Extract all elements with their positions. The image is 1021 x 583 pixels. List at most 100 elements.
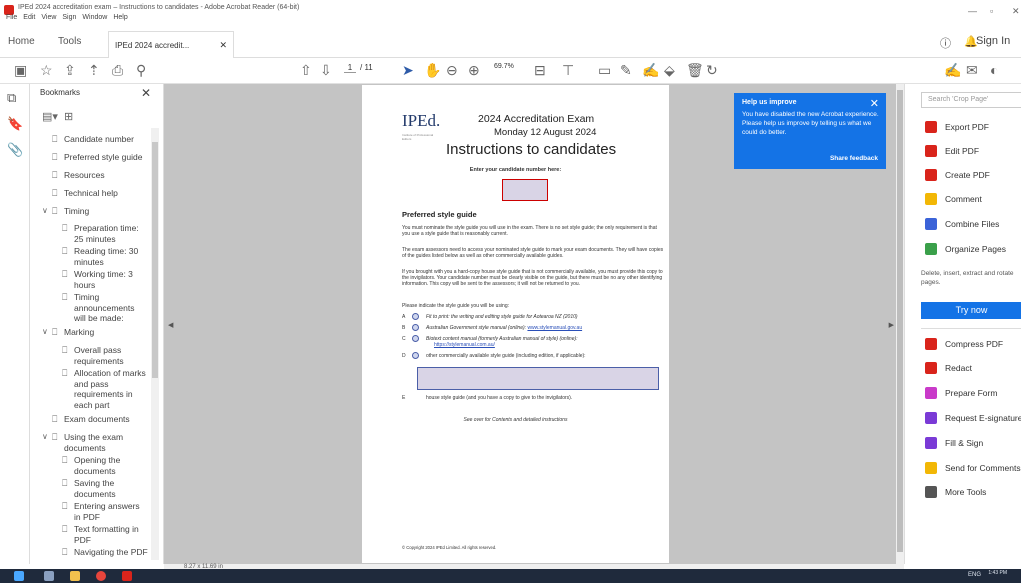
scroll-mode-icon[interactable]: ⊤	[562, 62, 574, 78]
chrome-icon[interactable]	[96, 571, 106, 581]
collapse-left-panel-icon[interactable]: ◀	[168, 321, 174, 329]
share-feedback-link[interactable]: Share feedback	[830, 155, 878, 162]
chevron-down-icon[interactable]: ∨	[42, 432, 48, 443]
page-thumbnails-icon[interactable]: ⧉	[7, 90, 16, 106]
acrobat-taskbar-icon[interactable]	[122, 571, 132, 581]
bookmarks-scrollbar[interactable]	[151, 128, 159, 560]
stylemanual-com-link[interactable]: https://stylemanual.com.au/	[434, 342, 495, 348]
tab-tools[interactable]: Tools	[58, 36, 81, 47]
mail-icon[interactable]: ✉	[966, 62, 978, 78]
sign-icon[interactable]: ✍	[642, 62, 659, 78]
bookmark-item[interactable]: ∨ ⎕ Using the exam documents	[42, 432, 138, 453]
popup-body: You have disabled the new Acrobat experi…	[742, 111, 879, 136]
document-scrollbar[interactable]	[896, 84, 904, 564]
bookmark-item[interactable]: ⎕ Text formatting in PDF	[62, 524, 148, 545]
maximize-icon[interactable]: ▫	[990, 6, 993, 16]
tab-home[interactable]: Home	[8, 36, 35, 47]
print-icon[interactable]: ⎙	[112, 62, 123, 78]
stamp-icon[interactable]: ⬙	[664, 62, 675, 78]
hand-icon[interactable]: ✋	[424, 62, 441, 78]
share-icon[interactable]: ⇪	[64, 62, 76, 78]
close-panel-icon[interactable]: ✕	[141, 86, 151, 100]
bookmark-item[interactable]: ⎕ Overall pass requirements	[62, 345, 140, 366]
close-popup-icon[interactable]: ✕	[870, 97, 879, 110]
close-icon[interactable]: ✕	[1012, 6, 1020, 17]
comment-icon[interactable]: ▭	[598, 62, 611, 78]
zoom-in-icon[interactable]: ⊕	[468, 62, 480, 78]
zoom-level[interactable]: 69.7%	[494, 63, 514, 70]
options-menu-icon[interactable]: ▤▾	[42, 111, 58, 123]
clock[interactable]: 1:43 PM	[988, 570, 1007, 576]
expand-right-panel-icon[interactable]: ▶	[889, 321, 894, 329]
bookmark-item[interactable]: ⎕ Allocation of marks and pass requiremen…	[62, 368, 150, 410]
radio-button[interactable]	[412, 335, 419, 342]
bookmark-item[interactable]: ⎕ Preferred style guide	[52, 152, 142, 163]
file-explorer-icon[interactable]	[70, 571, 80, 581]
bookmark-item[interactable]: ⎕ Resources	[52, 170, 105, 181]
select-cursor-icon[interactable]: ➤	[402, 62, 414, 78]
bookmark-item[interactable]: ∨ ⎕ Timing	[42, 206, 89, 217]
bookmark-item[interactable]: ∨ ⎕ Marking	[42, 327, 94, 338]
title-bar: IPEd 2024 accreditation exam – Instructi…	[0, 0, 1021, 22]
search-icon[interactable]: ⚲	[136, 62, 146, 78]
scrollbar-thumb[interactable]	[897, 90, 903, 552]
bookmark-item[interactable]: ⎕ Timing announcements will be made:	[62, 292, 144, 324]
try-now-button[interactable]: Try now	[921, 302, 1021, 319]
bookmark-item[interactable]: ⎕ Candidate number	[52, 134, 134, 145]
fill-sign-icon[interactable]: ✍	[944, 62, 961, 78]
menu-file[interactable]: File	[6, 14, 17, 21]
start-icon[interactable]	[14, 571, 24, 581]
delete-icon[interactable]: 🗑	[686, 62, 704, 78]
radio-button[interactable]	[412, 324, 419, 331]
style-manual-link[interactable]: www.stylemanual.gov.au	[527, 325, 582, 331]
account-icon[interactable]: ◐	[990, 62, 998, 78]
request-esignatures-icon	[925, 412, 937, 424]
bookmark-item[interactable]: ⎕ Working time: 3 hours	[62, 269, 148, 290]
sign-in-button[interactable]: Sign In	[976, 35, 1010, 47]
previous-page-icon[interactable]: ⇧	[300, 62, 312, 78]
minimize-icon[interactable]: —	[968, 6, 977, 16]
language-indicator[interactable]: ENG	[968, 572, 981, 578]
bookmark-item[interactable]: ⎕ Navigating the PDF	[62, 547, 150, 558]
bookmark-item[interactable]: ⎕ Opening the documents	[62, 455, 138, 476]
star-icon[interactable]: ☆	[40, 62, 53, 78]
menu-edit[interactable]: Edit	[23, 14, 35, 21]
expand-bookmark-icon[interactable]: ⊞	[64, 111, 73, 123]
tab-document[interactable]: IPEd 2024 accredit... ✕	[108, 31, 234, 58]
page-fit-icon[interactable]: ⊟	[534, 62, 546, 78]
close-tab-icon[interactable]: ✕	[219, 40, 227, 51]
bookmark-item[interactable]: ⎕ Saving the documents	[62, 478, 138, 499]
page-number-input[interactable]: 1	[344, 63, 356, 73]
scrollbar-thumb[interactable]	[152, 142, 158, 378]
radio-button[interactable]	[412, 313, 419, 320]
candidate-number-field[interactable]	[502, 179, 548, 201]
bookmark-item[interactable]: ⎕ Technical help	[52, 188, 118, 199]
radio-button[interactable]	[412, 352, 419, 359]
next-page-icon[interactable]: ⇩	[320, 62, 332, 78]
bookmark-item[interactable]: ⎕ Entering answers in PDF	[62, 501, 148, 522]
tools-search-input[interactable]: Search 'Crop Page'	[921, 92, 1021, 108]
rotate-icon[interactable]: ↻	[706, 62, 718, 78]
menu-view[interactable]: View	[41, 14, 56, 21]
window-title: IPEd 2024 accreditation exam – Instructi…	[18, 4, 300, 11]
upload-icon[interactable]: ⇡	[88, 62, 100, 78]
menu-sign[interactable]: Sign	[62, 14, 76, 21]
bookmark-icon[interactable]: 🔖	[7, 116, 23, 132]
task-view-icon[interactable]	[44, 571, 54, 581]
help-icon[interactable]: ⓘ	[940, 35, 951, 51]
bookmark-options[interactable]: ▤▾ ⊞	[42, 110, 73, 123]
menu-help[interactable]: Help	[113, 14, 127, 21]
save-icon[interactable]: ▣	[14, 62, 27, 78]
menu-window[interactable]: Window	[82, 14, 107, 21]
bookmark-item[interactable]: ⎕ Preparation time: 25 minutes	[62, 223, 148, 244]
attachment-icon[interactable]: 📎	[7, 142, 23, 158]
bookmark-item[interactable]: ⎕ Exam documents	[52, 414, 130, 425]
other-style-guide-field[interactable]	[417, 367, 659, 390]
chevron-down-icon[interactable]: ∨	[42, 327, 48, 338]
bookmark-flag-icon: ⎕	[62, 292, 68, 302]
organize-description: Delete, insert, extract and rotate pages…	[921, 270, 1014, 286]
zoom-out-icon[interactable]: ⊖	[446, 62, 458, 78]
highlight-icon[interactable]: ✎	[620, 62, 632, 78]
chevron-down-icon[interactable]: ∨	[42, 206, 48, 217]
bookmark-item[interactable]: ⎕ Reading time: 30 minutes	[62, 246, 148, 267]
